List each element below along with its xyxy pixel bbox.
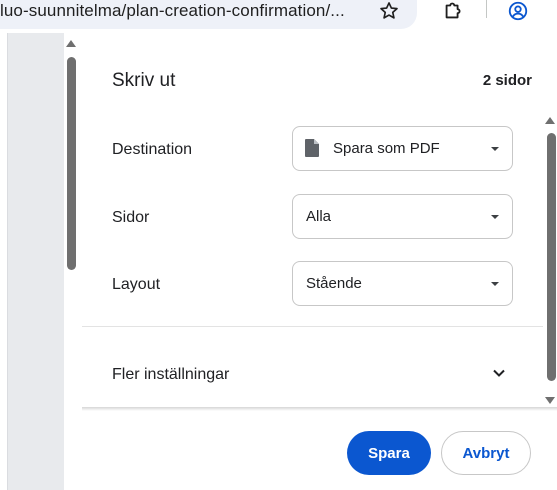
document-icon bbox=[305, 139, 319, 157]
page-count: 2 sidor bbox=[482, 72, 532, 89]
chevron-down-icon bbox=[491, 147, 499, 151]
more-settings-label: Fler inställningar bbox=[112, 366, 230, 383]
puzzle-icon[interactable] bbox=[442, 0, 464, 22]
dialog-title: Skriv ut bbox=[112, 70, 176, 91]
account-circle-icon[interactable] bbox=[507, 0, 529, 22]
star-icon[interactable] bbox=[378, 0, 400, 22]
destination-label: Destination bbox=[112, 141, 193, 158]
chevron-down-icon bbox=[491, 215, 499, 219]
layout-select[interactable]: Stående bbox=[292, 261, 513, 306]
browser-toolbar: luo-suunnitelma/plan-creation-confirmati… bbox=[0, 0, 557, 33]
pages-select[interactable]: Alla bbox=[292, 194, 513, 239]
preview-page bbox=[0, 33, 8, 490]
toolbar-divider bbox=[486, 0, 487, 18]
address-bar[interactable]: luo-suunnitelma/plan-creation-confirmati… bbox=[0, 0, 417, 29]
pages-label: Sidor bbox=[112, 209, 150, 226]
destination-value: Spara som PDF bbox=[333, 140, 440, 157]
preview-scroll-up-arrow[interactable] bbox=[66, 40, 76, 47]
more-settings-toggle[interactable]: Fler inställningar bbox=[82, 349, 543, 399]
url-text: luo-suunnitelma/plan-creation-confirmati… bbox=[0, 1, 345, 20]
save-button[interactable]: Spara bbox=[347, 431, 431, 475]
destination-select[interactable]: Spara som PDF bbox=[292, 126, 513, 171]
footer-divider bbox=[82, 407, 557, 411]
panel-scrollbar-thumb[interactable] bbox=[547, 133, 556, 381]
pages-value: Alla bbox=[306, 208, 332, 225]
layout-value: Stående bbox=[306, 275, 362, 292]
section-divider bbox=[82, 326, 543, 327]
layout-label: Layout bbox=[112, 276, 161, 293]
chevron-down-icon bbox=[491, 282, 499, 286]
panel-scroll-up-arrow[interactable] bbox=[545, 117, 555, 124]
panel-scroll-down-arrow[interactable] bbox=[545, 397, 555, 404]
expand-chevron-icon bbox=[493, 369, 505, 377]
print-settings-panel: Skriv ut 2 sidor Destination Spara som P… bbox=[82, 33, 557, 490]
print-preview bbox=[0, 33, 64, 490]
cancel-button[interactable]: Avbryt bbox=[441, 431, 531, 475]
preview-scrollbar-thumb[interactable] bbox=[67, 57, 76, 270]
